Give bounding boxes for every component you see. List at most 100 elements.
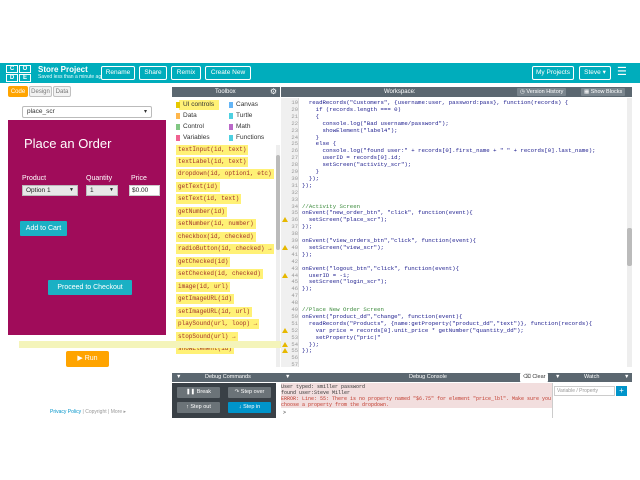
- step-in-button[interactable]: ↓ Step in: [228, 402, 271, 413]
- block-checkbox[interactable]: checkbox(id, checked): [176, 232, 256, 242]
- workspace-title: Workspace:: [384, 89, 416, 95]
- add-watch-button[interactable]: +: [616, 386, 627, 396]
- header-bar: C O D E Store Project Saved less than a …: [0, 63, 640, 83]
- workspace-header: Workspace: ◷ Version History ▦ Show Bloc…: [281, 87, 632, 97]
- block-playsound[interactable]: playSound(url, loop) →: [176, 319, 260, 329]
- my-projects-button[interactable]: My Projects: [532, 66, 574, 80]
- warning-icon[interactable]: [282, 348, 288, 354]
- collapse-icon[interactable]: ▼: [176, 373, 181, 382]
- category-functions[interactable]: Functions: [229, 133, 264, 143]
- category-swatch: [229, 135, 233, 141]
- tab-design[interactable]: Design: [29, 86, 52, 97]
- checkout-button[interactable]: Proceed to Checkout: [48, 280, 132, 295]
- collapse-icon[interactable]: ▼: [624, 373, 629, 382]
- warning-icon[interactable]: [282, 341, 288, 347]
- category-ui-controls[interactable]: UI controls: [176, 100, 219, 110]
- block-setnumber[interactable]: setNumber(id, number): [176, 219, 256, 229]
- product-label: Product: [22, 175, 47, 182]
- step-out-button[interactable]: ↑ Step out: [177, 402, 220, 413]
- screen-select-dropdown[interactable]: place_scr ▾: [22, 106, 152, 118]
- toolbox-scrollbar[interactable]: [276, 145, 280, 367]
- privacy-link[interactable]: Privacy Policy: [50, 409, 81, 415]
- toolbox-title: Toolbox: [215, 89, 236, 95]
- block-getimageurl[interactable]: getImageURL(id): [176, 294, 235, 304]
- category-swatch: [176, 124, 180, 130]
- category-data[interactable]: Data: [176, 111, 197, 121]
- block-dropdown[interactable]: dropdown(id, option1, etc): [176, 169, 274, 179]
- create-new-button[interactable]: Create New: [205, 66, 251, 80]
- show-blocks-label: Show Blocks: [590, 89, 623, 95]
- code-line: });: [302, 223, 313, 231]
- collapse-icon[interactable]: ▼: [285, 373, 290, 382]
- separator: |: [108, 409, 110, 415]
- logo-letter: C: [6, 65, 18, 73]
- quantity-dropdown[interactable]: 1 ▼: [86, 185, 118, 196]
- category-math[interactable]: Math: [229, 122, 250, 132]
- price-field: $0.00: [129, 185, 160, 196]
- watch-input[interactable]: Variable / Property: [554, 386, 615, 396]
- saved-status: Saved less than a minute ago: [38, 74, 104, 80]
- debug-header: ▼ Debug Commands ▼ Debug Console ⌫ Clear…: [172, 373, 632, 382]
- warning-icon[interactable]: [282, 217, 288, 223]
- share-button[interactable]: Share: [139, 66, 167, 80]
- block-getnumber[interactable]: getNumber(id): [176, 207, 227, 217]
- block-setimageurl[interactable]: setImageURL(id, url): [176, 307, 253, 317]
- block-radiobutton[interactable]: radioButton(id, checked) →: [176, 244, 274, 254]
- category-canvas[interactable]: Canvas: [229, 100, 258, 110]
- line-number: 57: [291, 361, 298, 367]
- rename-button[interactable]: Rename: [101, 66, 135, 80]
- tab-code[interactable]: Code: [8, 86, 28, 97]
- clock-icon: ◷: [520, 89, 525, 95]
- block-setchecked[interactable]: setChecked(id, checked): [176, 269, 263, 279]
- user-name: Steve: [584, 69, 601, 76]
- scrollbar-thumb[interactable]: [276, 155, 280, 250]
- run-button[interactable]: ▶ Run: [66, 351, 109, 367]
- tab-data[interactable]: Data: [53, 86, 71, 97]
- console-input[interactable]: >: [281, 408, 552, 418]
- block-textlabel[interactable]: textLabel(id, text): [176, 157, 249, 167]
- block-gettext[interactable]: getText(id): [176, 182, 220, 192]
- step-in-icon: ↓: [238, 404, 242, 410]
- category-control[interactable]: Control: [176, 122, 204, 132]
- warning-icon[interactable]: [282, 272, 288, 278]
- remix-button[interactable]: Remix: [171, 66, 201, 80]
- hamburger-menu-icon[interactable]: ☰: [617, 66, 627, 79]
- code-logo[interactable]: C O D E: [6, 65, 33, 82]
- scrollbar-thumb[interactable]: [627, 228, 632, 266]
- break-label: Break: [196, 389, 212, 395]
- code-line: setScreen("place_scr");: [302, 216, 388, 224]
- code-line: });: [302, 181, 313, 189]
- product-dropdown[interactable]: Option 1 ▼: [22, 185, 78, 196]
- more-link[interactable]: More ▸: [111, 409, 126, 415]
- warning-icon[interactable]: [282, 244, 288, 250]
- user-menu-button[interactable]: Steve ▾: [579, 66, 611, 80]
- gear-icon[interactable]: ⚙: [270, 87, 277, 97]
- clear-icon: ⌫: [523, 374, 531, 380]
- block-settext[interactable]: setText(id, text): [176, 194, 242, 204]
- toolbox-categories: UI controls Canvas Data Turtle Control M…: [172, 98, 280, 145]
- show-blocks-button[interactable]: ▦ Show Blocks: [581, 88, 626, 96]
- pause-icon: ❚❚: [185, 389, 196, 395]
- break-button[interactable]: ❚❚ Break: [177, 387, 220, 398]
- screen-select-value: place_scr: [27, 108, 55, 115]
- block-image[interactable]: image(id, url): [176, 282, 231, 292]
- step-over-button[interactable]: ↷ Step over: [228, 387, 271, 398]
- category-turtle[interactable]: Turtle: [229, 111, 252, 121]
- block-textinput[interactable]: textInput(id, text): [176, 145, 249, 155]
- step-out-icon: ↑: [186, 404, 189, 410]
- editor-scrollbar[interactable]: [627, 98, 632, 367]
- code-editor[interactable]: 19 20 21 22 23 24 25 26 27 28 29 30 31 32 33 34 35 36 37 38…: [281, 98, 632, 367]
- warning-icon[interactable]: [282, 327, 288, 333]
- category-swatch: [176, 135, 180, 141]
- toolbox-header: Toolbox ⚙: [172, 87, 280, 97]
- chevron-down-icon: ▾: [602, 69, 606, 76]
- collapse-icon[interactable]: ▼: [555, 373, 560, 382]
- version-history-button[interactable]: ◷ Version History: [517, 88, 567, 96]
- category-swatch: [229, 102, 233, 108]
- category-swatch: [229, 113, 233, 119]
- add-to-cart-button[interactable]: Add to Cart: [20, 221, 67, 236]
- copyright-link[interactable]: Copyright: [85, 409, 106, 415]
- category-variables[interactable]: Variables: [176, 133, 210, 143]
- clear-button[interactable]: ⌫ Clear: [520, 373, 549, 382]
- block-getchecked[interactable]: getChecked(id): [176, 257, 231, 267]
